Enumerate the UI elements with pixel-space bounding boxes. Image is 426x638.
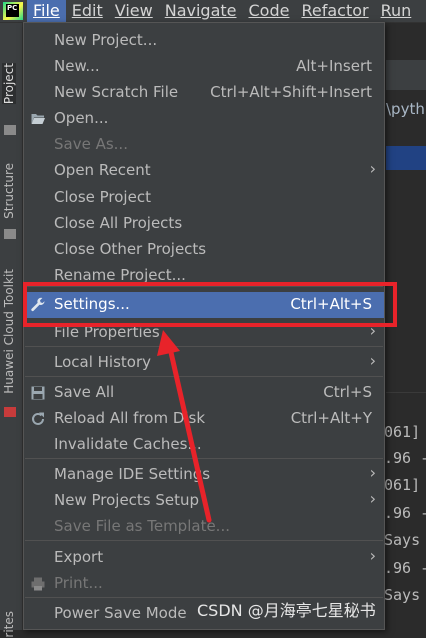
- watermark-text: CSDN @月海亭七星秘书: [197, 601, 376, 620]
- annotation-arrow-icon: [157, 330, 212, 523]
